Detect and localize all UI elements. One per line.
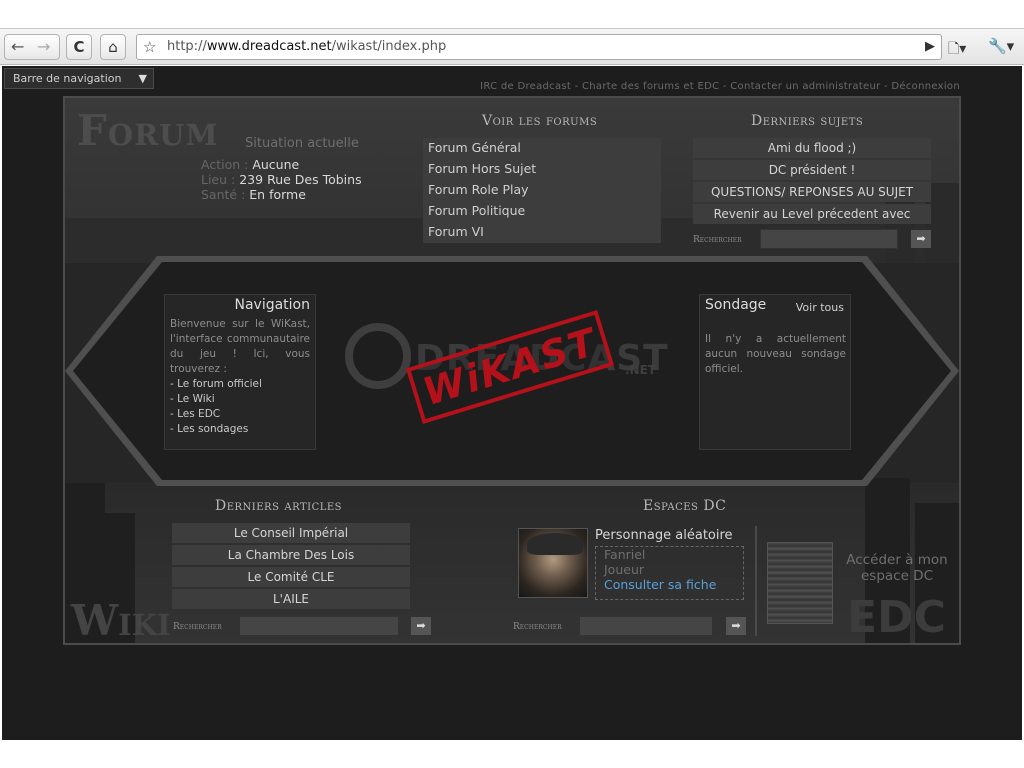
- wrench-menu-icon[interactable]: 🔧▾: [988, 37, 1014, 55]
- acceder-espace-link[interactable]: Accéder à mon espace DC: [841, 552, 953, 584]
- window-top-area: [0, 0, 1024, 28]
- edc-thumbnail[interactable]: [767, 542, 833, 624]
- action-value: Aucune: [252, 157, 300, 172]
- forum-link[interactable]: Forum Politique: [423, 201, 661, 222]
- action-line: Action : Aucune: [201, 157, 299, 172]
- dreadcast-ring-logo: [345, 323, 411, 389]
- action-label: Action :: [201, 157, 249, 172]
- sujets-search-input[interactable]: [760, 229, 898, 249]
- top-links[interactable]: IRC de Dreadcast - Charte des forums et …: [480, 81, 960, 92]
- forum-link[interactable]: Forum Role Play: [423, 180, 661, 201]
- back-button[interactable]: ←: [11, 37, 24, 56]
- article-link[interactable]: Le Comité CLE: [172, 567, 410, 587]
- derniers-sujets-list: Ami du flood ;) DC président ! QUESTIONS…: [693, 138, 931, 226]
- reload-button[interactable]: C: [66, 34, 92, 60]
- address-bar[interactable]: ☆ http://www.dreadcast.net/wikast/index.…: [136, 34, 942, 60]
- edc-heading: EDC: [847, 592, 946, 643]
- page-menu-icon[interactable]: 🗋▾: [948, 38, 966, 62]
- forum-heading: Forum: [77, 106, 219, 155]
- article-link[interactable]: Le Conseil Impérial: [172, 523, 410, 543]
- nav-link-wiki[interactable]: - Le Wiki: [165, 392, 315, 407]
- article-link[interactable]: L'AILE: [172, 589, 410, 609]
- go-arrow-icon[interactable]: ▶: [925, 39, 935, 54]
- browser-toolbar: ← → C ⌂ ☆ http://www.dreadcast.net/wikas…: [0, 28, 1024, 65]
- sante-label: Santé :: [201, 187, 246, 202]
- navigation-text: Bienvenue sur le WiKast, l'interface com…: [170, 318, 310, 375]
- wiki-heading: Wiki: [71, 596, 171, 645]
- articles-list: Le Conseil Impérial La Chambre Des Lois …: [172, 523, 410, 611]
- wikast-frame: Forum Situation actuelle Action : Aucune…: [63, 96, 961, 645]
- forward-button[interactable]: →: [37, 37, 50, 56]
- url-prefix: http://: [167, 39, 207, 54]
- navigation-bar-dropdown[interactable]: Barre de navigation ▼: [4, 68, 154, 89]
- chevron-down-icon: ▼: [138, 72, 147, 85]
- edc-divider: [755, 526, 757, 636]
- character-role: Joueur: [604, 562, 645, 577]
- forum-link[interactable]: Forum Hors Sujet: [423, 159, 661, 180]
- articles-search-go-icon[interactable]: ➡: [411, 617, 431, 635]
- sondage-text: Il n'y a actuellement aucun nouveau sond…: [705, 333, 846, 375]
- navigation-bar-label: Barre de navigation: [13, 72, 122, 85]
- voir-forums-title: Voir les forums: [482, 113, 598, 129]
- window-bottom-area: [0, 740, 1024, 768]
- url-domain: www.dreadcast.net: [206, 39, 332, 54]
- sondage-box: Sondage Voir tous Il n'y a actuellement …: [699, 294, 851, 450]
- forum-link[interactable]: Forum Général: [423, 138, 661, 159]
- consulter-fiche-link[interactable]: Consulter sa fiche: [596, 577, 743, 592]
- espaces-search-input[interactable]: [579, 616, 713, 636]
- avatar-hat-shape: [527, 533, 583, 555]
- navigation-title: Navigation: [234, 297, 310, 313]
- derniers-sujets-title: Derniers sujets: [751, 113, 864, 129]
- url-path: /wikast/index.php: [331, 39, 447, 54]
- wikast-stamp-text: WiKAST: [417, 319, 603, 415]
- article-link[interactable]: La Chambre Des Lois: [172, 545, 410, 565]
- forums-list: Forum Général Forum Hors Sujet Forum Rol…: [423, 138, 661, 243]
- nav-link-sondages[interactable]: - Les sondages: [165, 422, 315, 437]
- personnage-aleatoire-title: Personnage aléatoire: [595, 528, 733, 543]
- espaces-dc-title: Espaces DC: [643, 498, 727, 514]
- sujet-link[interactable]: QUESTIONS/ REPONSES AU SUJET: [693, 182, 931, 202]
- forum-link[interactable]: Forum VI: [423, 222, 661, 243]
- articles-search-input[interactable]: [239, 616, 399, 636]
- sante-value: En forme: [249, 187, 306, 202]
- lieu-line: Lieu : 239 Rue Des Tobins: [201, 172, 362, 187]
- navigation-box: Navigation Bienvenue sur le WiKast, l'in…: [164, 294, 316, 450]
- character-name: Fanriel: [604, 547, 646, 562]
- articles-search-label: Rechercher: [173, 622, 222, 632]
- page-content: Barre de navigation ▼ IRC de Dreadcast -…: [2, 66, 1022, 740]
- dreadcast-net-text: .NET: [625, 363, 656, 377]
- history-buttons: ← →: [4, 34, 60, 60]
- espaces-search-go-icon[interactable]: ➡: [726, 617, 746, 635]
- situation-title: Situation actuelle: [245, 136, 359, 151]
- nav-link-edc[interactable]: - Les EDC: [165, 407, 315, 422]
- sujet-link[interactable]: Ami du flood ;): [693, 138, 931, 158]
- bookmark-star-icon[interactable]: ☆: [143, 38, 156, 56]
- sondage-title: Sondage: [705, 297, 767, 313]
- voir-tous-link[interactable]: Voir tous: [796, 301, 844, 314]
- sujet-link[interactable]: DC président !: [693, 160, 931, 180]
- wikast-stamp: WiKAST: [405, 310, 615, 424]
- nav-link-forum[interactable]: - Le forum officiel: [165, 377, 315, 392]
- lieu-label: Lieu :: [201, 172, 236, 187]
- url-text[interactable]: http://www.dreadcast.net/wikast/index.ph…: [167, 39, 446, 54]
- personnage-box: Fanriel Joueur Consulter sa fiche: [595, 546, 744, 600]
- sujets-search-go-icon[interactable]: ➡: [911, 230, 931, 248]
- sujets-search-label: Rechercher: [693, 235, 742, 245]
- sante-line: Santé : En forme: [201, 187, 306, 202]
- home-button[interactable]: ⌂: [100, 34, 126, 60]
- derniers-articles-title: Derniers articles: [215, 498, 343, 514]
- espaces-search-label: Rechercher: [513, 622, 562, 632]
- dreadcast-logo: DREADCAST .NET WiKAST: [335, 308, 695, 448]
- sujet-link[interactable]: Revenir au Level précedent avec: [693, 204, 931, 224]
- character-avatar[interactable]: [518, 528, 588, 598]
- lieu-value: 239 Rue Des Tobins: [239, 172, 362, 187]
